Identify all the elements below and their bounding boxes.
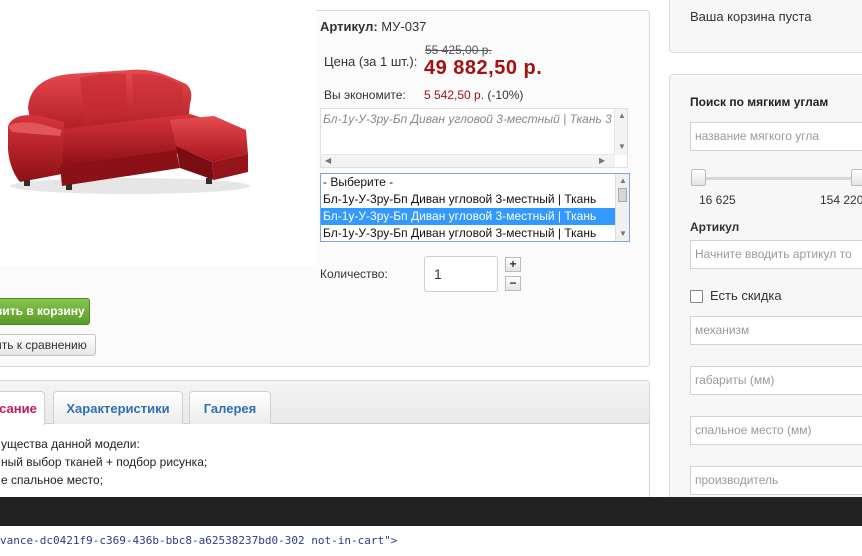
cart-widget <box>669 0 862 53</box>
sku-label: Артикул: <box>320 19 378 34</box>
add-to-compare-button[interactable]: ить к сравнению <box>0 334 96 356</box>
tabs-panel: сание Характеристики Галерея ущества дан… <box>0 380 650 510</box>
content-line: ущества данной модели: <box>1 437 140 451</box>
manufacturer-select[interactable]: производитель <box>690 466 862 495</box>
price-max-value: 154 220 <box>820 193 862 207</box>
cart-status: Ваша корзина пуста <box>690 9 812 24</box>
tab-content: ущества данной модели: ный выбор тканей … <box>1 435 207 489</box>
variant-option-selected[interactable]: Бл-1у-У-3ру-Бп Диван угловой 3-местный |… <box>321 208 616 225</box>
scroll-left-icon[interactable]: ◀ <box>325 156 331 166</box>
quantity-minus-button[interactable]: − <box>505 276 521 291</box>
variant-option[interactable]: - Выберите - <box>321 174 616 191</box>
tab-specifications[interactable]: Характеристики <box>53 391 183 424</box>
new-price: 49 882,50 р. <box>424 57 543 79</box>
scroll-up-icon[interactable]: ▲ <box>618 111 626 121</box>
sku-filter-label: Артикул <box>690 220 740 234</box>
sku-line: Артикул: МУ-037 <box>320 19 426 34</box>
scrollbar-thumb[interactable] <box>618 188 627 202</box>
tab-description[interactable]: сание <box>0 391 45 425</box>
savings-value: 5 542,50 р. (-10%) <box>424 88 523 102</box>
scroll-down-icon[interactable]: ▼ <box>619 229 627 239</box>
horizontal-scrollbar[interactable]: ◀ ▶ <box>321 154 615 167</box>
variant-option[interactable]: Бл-1у-У-3ру-Бп Диван угловой 3-местный |… <box>321 191 616 208</box>
price-label: Цена (за 1 шт.): <box>324 54 418 69</box>
variant-description: Бл-1у-У-3ру-Бп Диван угловой 3-местный |… <box>323 112 612 126</box>
vertical-scrollbar[interactable]: ▲ ▼ <box>614 109 627 155</box>
discount-label: Есть скидка <box>710 288 782 303</box>
devtools-toolbar <box>0 497 862 526</box>
quantity-input[interactable]: 1 <box>424 256 498 292</box>
price-slider-track[interactable] <box>696 177 862 180</box>
dimensions-select[interactable]: габариты (мм) <box>690 366 862 395</box>
scroll-right-icon[interactable]: ▶ <box>599 156 605 166</box>
price-min-value: 16 625 <box>699 193 736 207</box>
quantity-label: Количество: <box>320 267 388 281</box>
old-price: 55 425,00 р. <box>425 43 492 57</box>
variant-description-box[interactable]: Бл-1у-У-3ру-Бп Диван угловой 3-местный |… <box>320 108 628 168</box>
mechanism-select[interactable]: механизм <box>690 316 862 345</box>
listbox-scrollbar[interactable]: ▲ ▼ <box>615 174 629 241</box>
price-slider-max-handle[interactable] <box>851 169 862 186</box>
variant-listbox[interactable]: - Выберите - Бл-1у-У-3ру-Бп Диван углово… <box>320 173 630 242</box>
sku-search-input[interactable]: Начните вводить артикул то <box>690 240 862 269</box>
scroll-up-icon[interactable]: ▲ <box>619 176 627 186</box>
tab-gallery[interactable]: Галерея <box>189 391 271 424</box>
sofa-image <box>8 69 250 194</box>
price-slider-min-handle[interactable] <box>691 169 706 186</box>
tabs-bar: сание Характеристики Галерея <box>0 381 649 425</box>
savings-percent: (-10%) <box>487 88 524 102</box>
content-line: е спальное место; <box>1 473 104 487</box>
product-image[interactable] <box>0 0 316 266</box>
content-line: ный выбор тканей + подбор рисунка; <box>1 455 208 469</box>
name-search-input[interactable]: название мягкого угла <box>690 122 862 151</box>
sku-value: МУ-037 <box>381 19 427 34</box>
quantity-plus-button[interactable]: + <box>505 257 521 272</box>
variant-option[interactable]: Бл-1у-У-3ру-Бп Диван угловой 3-местный |… <box>321 225 616 241</box>
scroll-down-icon[interactable]: ▼ <box>618 142 626 152</box>
sleeping-place-select[interactable]: спальное место (мм) <box>690 416 862 445</box>
devtools-code-line[interactable]: vance-dc0421f9-c369-436b-bbc8-a62538237b… <box>0 526 862 556</box>
add-to-cart-button[interactable]: вить в корзину <box>0 298 90 325</box>
discount-checkbox[interactable] <box>690 290 703 303</box>
savings-label: Вы экономите: <box>324 88 406 102</box>
savings-amount: 5 542,50 р. <box>424 88 485 102</box>
filter-title: Поиск по мягким углам <box>690 95 829 109</box>
